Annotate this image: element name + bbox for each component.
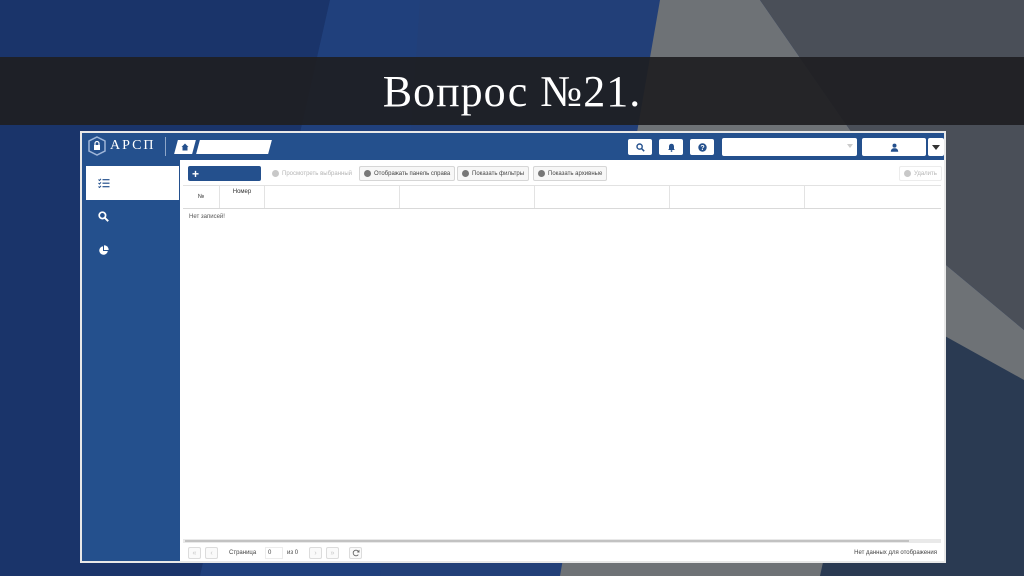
search-button[interactable] <box>628 139 652 155</box>
chevron-down-icon <box>932 145 940 150</box>
archive-icon <box>538 170 545 177</box>
show-archived-label: Показать архивные <box>548 170 603 177</box>
search-icon <box>635 142 645 152</box>
user-menu-dropdown[interactable] <box>928 138 944 156</box>
records-table: № Номер Нет записей! <box>183 185 941 541</box>
view-selected-label: Просмотреть выбранный <box>282 170 352 177</box>
notifications-button[interactable] <box>659 139 683 155</box>
chevron-right-icon: › <box>314 549 317 557</box>
search-icon <box>98 210 109 222</box>
delete-label: Удалить <box>914 170 937 177</box>
page-label: Страница <box>229 550 257 556</box>
last-page-button[interactable]: » <box>326 547 339 559</box>
double-chevron-left-icon: « <box>192 549 197 557</box>
top-bar: АРСП ? <box>82 133 944 160</box>
logo-text: АРСП <box>110 138 156 153</box>
add-button[interactable]: + <box>188 166 261 181</box>
no-data-status: Нет данных для отображения <box>854 550 937 556</box>
show-right-panel-label: Отображать панель справа <box>374 170 451 177</box>
slide-title: Вопрос №21. <box>382 66 642 116</box>
column-header[interactable] <box>535 186 670 208</box>
show-filters-label: Показать фильтры <box>472 170 525 177</box>
app-logo[interactable]: АРСП <box>88 136 156 156</box>
empty-message: Нет записей! <box>189 214 225 220</box>
page-input[interactable]: 0 <box>265 547 283 559</box>
column-header[interactable] <box>670 186 805 208</box>
home-icon <box>181 143 189 151</box>
refresh-icon <box>352 549 359 557</box>
show-archived-button[interactable]: Показать архивные <box>533 166 608 181</box>
user-menu-button[interactable] <box>862 138 926 156</box>
scrollbar-thumb[interactable] <box>185 540 909 542</box>
chevron-left-icon: ‹ <box>210 549 213 557</box>
column-header[interactable] <box>805 186 941 208</box>
delete-button[interactable]: Удалить <box>899 166 942 181</box>
home-button[interactable] <box>174 140 196 154</box>
sidebar-item-search[interactable] <box>86 199 179 233</box>
list-check-icon <box>98 178 110 188</box>
sidebar <box>82 160 180 561</box>
column-header-number-sign[interactable]: № <box>183 186 220 208</box>
sidebar-item-list[interactable] <box>86 166 179 200</box>
title-band: Вопрос №21. <box>0 57 1024 125</box>
show-right-panel-button[interactable]: Отображать панель справа <box>359 166 456 181</box>
table-header: № Номер <box>183 186 941 209</box>
search-icon <box>462 170 469 177</box>
column-header[interactable] <box>400 186 535 208</box>
double-chevron-right-icon: » <box>330 549 335 557</box>
eye-icon <box>272 170 279 177</box>
pagination-bar: « ‹ Страница 0 из 0 › » Нет данных для о… <box>183 544 943 561</box>
app-window: АРСП ? + Просмотреть выбранный Отображат… <box>80 131 946 563</box>
trash-icon <box>904 170 911 177</box>
show-filters-button[interactable]: Показать фильтры <box>457 166 530 181</box>
divider <box>165 137 166 156</box>
prev-page-button[interactable]: ‹ <box>205 547 218 559</box>
grid-toolbar: + Просмотреть выбранный Отображать панел… <box>183 163 943 185</box>
column-header-number[interactable]: Номер <box>220 186 265 208</box>
svg-text:?: ? <box>700 145 704 152</box>
first-page-button[interactable]: « <box>188 547 201 559</box>
page-total: из 0 <box>287 550 299 556</box>
chevron-down-icon <box>847 144 853 148</box>
help-button[interactable]: ? <box>690 139 714 155</box>
plus-icon: + <box>192 166 200 181</box>
user-icon <box>890 143 898 152</box>
next-page-button[interactable]: › <box>309 547 322 559</box>
horizontal-scrollbar[interactable] <box>183 539 941 543</box>
view-selected-button[interactable]: Просмотреть выбранный <box>267 166 357 181</box>
pie-chart-icon <box>99 244 109 255</box>
info-icon <box>364 170 371 177</box>
context-select[interactable] <box>722 138 857 156</box>
breadcrumb[interactable] <box>196 140 272 154</box>
bell-icon <box>667 143 675 152</box>
question-icon: ? <box>697 142 707 152</box>
shield-lock-icon <box>88 136 106 156</box>
column-header[interactable] <box>265 186 400 208</box>
refresh-button[interactable] <box>349 547 362 559</box>
sidebar-item-reports[interactable] <box>86 233 179 267</box>
